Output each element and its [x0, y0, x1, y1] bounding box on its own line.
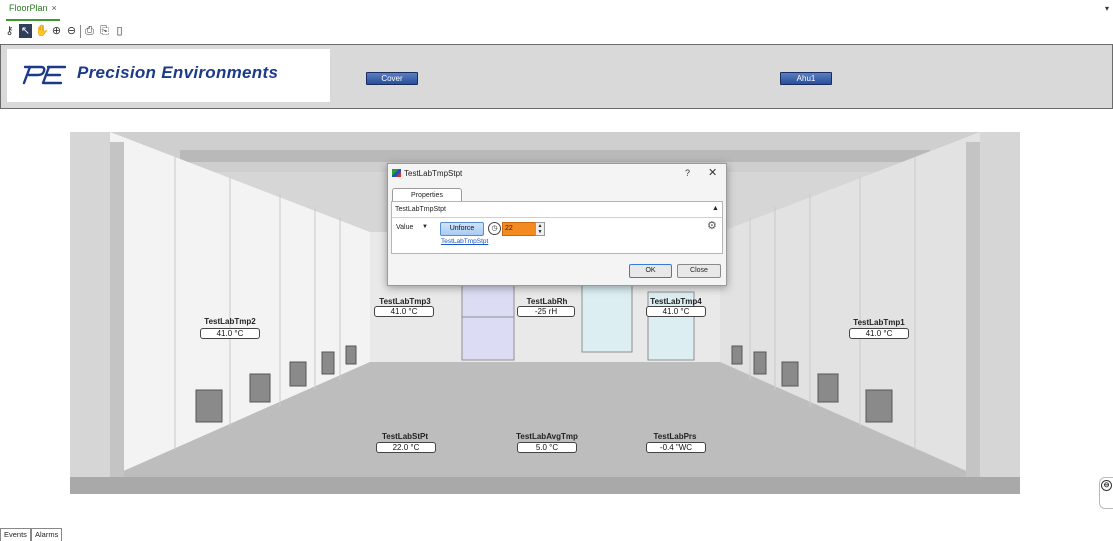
sensor-value-testlabavgtmp[interactable]: 5.0 °C — [517, 442, 577, 453]
properties-panel: TestLabTmpStpt ▲ Value ▼ Unforce ◷ 22 ▲ ▼… — [391, 201, 723, 254]
print-icon[interactable]: ⎙ — [83, 24, 96, 38]
toolbar: ⚷ ↖ ✋ ⊕ ⊖ ⎙ ⎘ ▯ — [0, 24, 300, 42]
ok-button[interactable]: OK — [629, 264, 672, 278]
sensor-label-testlabtmp3: TestLabTmp3 — [379, 297, 431, 306]
gear-icon[interactable]: ⚙ — [707, 221, 718, 232]
close-button[interactable]: Close — [677, 264, 721, 278]
collapse-panel-icon[interactable]: ⊖ — [1101, 480, 1112, 491]
pan-icon[interactable]: ✋ — [35, 24, 49, 38]
tab-menu-chevron-icon[interactable]: ▾ — [1105, 4, 1109, 13]
object-link[interactable]: TestLabTmpStpt — [441, 238, 488, 245]
timer-icon[interactable]: ◷ — [488, 222, 501, 235]
tab-close-icon[interactable]: × — [52, 3, 57, 13]
logo: Precision Environments — [7, 49, 330, 102]
zoom-in-icon[interactable]: ⊕ — [50, 24, 63, 38]
object-name: TestLabTmpStpt — [395, 206, 446, 213]
ahu1-button[interactable]: Ahu1 — [780, 72, 832, 85]
collapse-chevron-icon[interactable]: ▲ — [712, 205, 719, 212]
value-label: Value — [396, 224, 414, 231]
key-icon[interactable]: ⚷ — [3, 24, 16, 38]
sensor-value-testlabtmp4[interactable]: 41.0 °C — [646, 306, 706, 317]
sensor-label-testlabprs: TestLabPrs — [653, 432, 697, 441]
dialog-title: TestLabTmpStpt — [404, 169, 463, 178]
header-panel: Precision Environments Cover Ahu1 — [0, 44, 1113, 109]
sensor-value-testlabprs[interactable]: -0.4 "WC — [646, 442, 706, 453]
sensor-value-testlabrh[interactable]: -25 rH — [517, 306, 575, 317]
select-icon[interactable]: ↖ — [19, 24, 32, 38]
tab-strip: FloorPlan × ▾ — [0, 0, 1113, 21]
zoom-out-icon[interactable]: ⊖ — [65, 24, 78, 38]
tab-alarms[interactable]: Alarms — [31, 528, 63, 541]
pe-logo-icon — [22, 65, 67, 85]
sensor-value-testlabstpt[interactable]: 22.0 °C — [376, 442, 436, 453]
app-icon — [392, 169, 401, 177]
print-preview-icon[interactable]: ⎘ — [98, 24, 111, 38]
cover-button[interactable]: Cover — [366, 72, 418, 85]
sensor-label-testlabtmp1: TestLabTmp1 — [853, 318, 905, 327]
tab-events[interactable]: Events — [0, 528, 31, 541]
sensor-value-testlabtmp2[interactable]: 41.0 °C — [200, 328, 260, 339]
value-dropdown-chevron-icon[interactable]: ▼ — [422, 224, 428, 230]
unforce-button[interactable]: Unforce — [440, 222, 484, 236]
document-icon[interactable]: ▯ — [113, 24, 126, 38]
sensor-label-testlabtmp2: TestLabTmp2 — [204, 317, 256, 326]
tab-properties[interactable]: Properties — [392, 188, 462, 202]
tab-floorplan[interactable]: FloorPlan × — [6, 3, 60, 21]
help-button[interactable]: ? — [685, 168, 690, 178]
divider — [392, 217, 722, 218]
sensor-value-testlabtmp3[interactable]: 41.0 °C — [374, 306, 434, 317]
sensor-label-testlabstpt: TestLabStPt — [381, 432, 429, 441]
close-icon[interactable]: ✕ — [708, 166, 717, 179]
sensor-label-testlabtmp4: TestLabTmp4 — [650, 297, 702, 306]
value-spinner[interactable]: ▲ ▼ — [535, 222, 545, 236]
sensor-label-testlabrh: TestLabRh — [526, 297, 568, 306]
sensor-label-testlabavgtmp: TestLabAvgTmp — [516, 432, 578, 441]
point-properties-dialog: TestLabTmpStpt ? ✕ Properties TestLabTmp… — [387, 163, 727, 286]
sensor-value-testlabtmp1[interactable]: 41.0 °C — [849, 328, 909, 339]
tab-floorplan-label: FloorPlan — [9, 3, 48, 13]
company-name: Precision Environments — [77, 63, 279, 82]
value-input[interactable]: 22 — [502, 222, 536, 236]
